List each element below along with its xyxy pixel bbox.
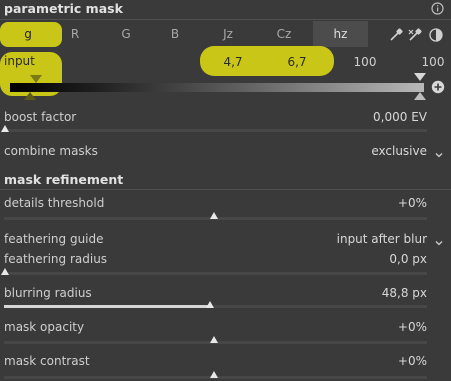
boost-factor-label: boost factor: [4, 110, 77, 124]
mask-contrast-label: mask contrast: [4, 354, 90, 368]
feathering-guide-label: feathering guide: [4, 232, 104, 246]
mask-opacity-label: mask opacity: [4, 320, 85, 334]
input-label: input: [4, 54, 35, 68]
feathering-radius-handle[interactable]: [1, 268, 9, 275]
boost-factor-slider[interactable]: [4, 129, 427, 132]
blurring-radius-handle[interactable]: [206, 301, 214, 308]
details-threshold-handle[interactable]: [210, 212, 218, 219]
input-value-high-start: 100: [353, 55, 377, 69]
details-threshold-value: +0%: [397, 196, 427, 210]
blurring-radius-label: blurring radius: [4, 286, 92, 300]
tab-Jz[interactable]: Jz: [202, 21, 254, 47]
tab-hz[interactable]: hz: [313, 21, 368, 47]
boost-factor-value: 0,000 EV: [373, 110, 427, 124]
gradient-bar[interactable]: [10, 83, 424, 92]
tab-B[interactable]: B: [149, 21, 201, 47]
mask-contrast-handle[interactable]: [210, 371, 218, 378]
mask-opacity-handle[interactable]: [210, 336, 218, 343]
input-value-high-end: 100: [421, 55, 445, 69]
details-threshold-label: details threshold: [4, 196, 105, 210]
info-icon[interactable]: [431, 2, 444, 15]
blurring-radius-fill: [4, 305, 210, 308]
add-range-icon[interactable]: [431, 80, 445, 94]
range-marker-high-start[interactable]: [414, 92, 426, 100]
boost-factor-handle[interactable]: [1, 125, 9, 132]
color-picker-set-values-icon[interactable]: [407, 27, 423, 43]
section-title-mask-refinement: mask refinement: [4, 172, 124, 187]
input-value-low-end: 6,7: [287, 55, 307, 69]
invert-polarity-icon[interactable]: [429, 28, 443, 42]
blurring-radius-value: 48,8 px: [381, 286, 427, 300]
tab-Cz[interactable]: Cz: [258, 21, 310, 47]
range-marker-high-end[interactable]: [414, 73, 426, 81]
color-picker-icon[interactable]: [388, 27, 404, 43]
module-title: parametric mask: [4, 1, 123, 16]
chevron-down-icon[interactable]: [435, 148, 443, 158]
mask-contrast-value: +0%: [397, 354, 427, 368]
mask-opacity-value: +0%: [397, 320, 427, 334]
feathering-radius-label: feathering radius: [4, 252, 108, 266]
combine-masks-label: combine masks: [4, 144, 98, 158]
input-value-low-start: 4,7: [223, 55, 243, 69]
tab-R[interactable]: R: [48, 21, 102, 47]
feathering-radius-value: 0,0 px: [389, 252, 427, 266]
tab-G[interactable]: G: [100, 21, 152, 47]
range-marker-low-start[interactable]: [30, 75, 42, 83]
feathering-guide-value[interactable]: input after blur: [337, 232, 427, 246]
feathering-radius-slider[interactable]: [4, 272, 427, 275]
chevron-down-icon[interactable]: [435, 236, 443, 246]
range-marker-low-end[interactable]: [24, 92, 36, 100]
combine-masks-value[interactable]: exclusive: [371, 144, 427, 158]
